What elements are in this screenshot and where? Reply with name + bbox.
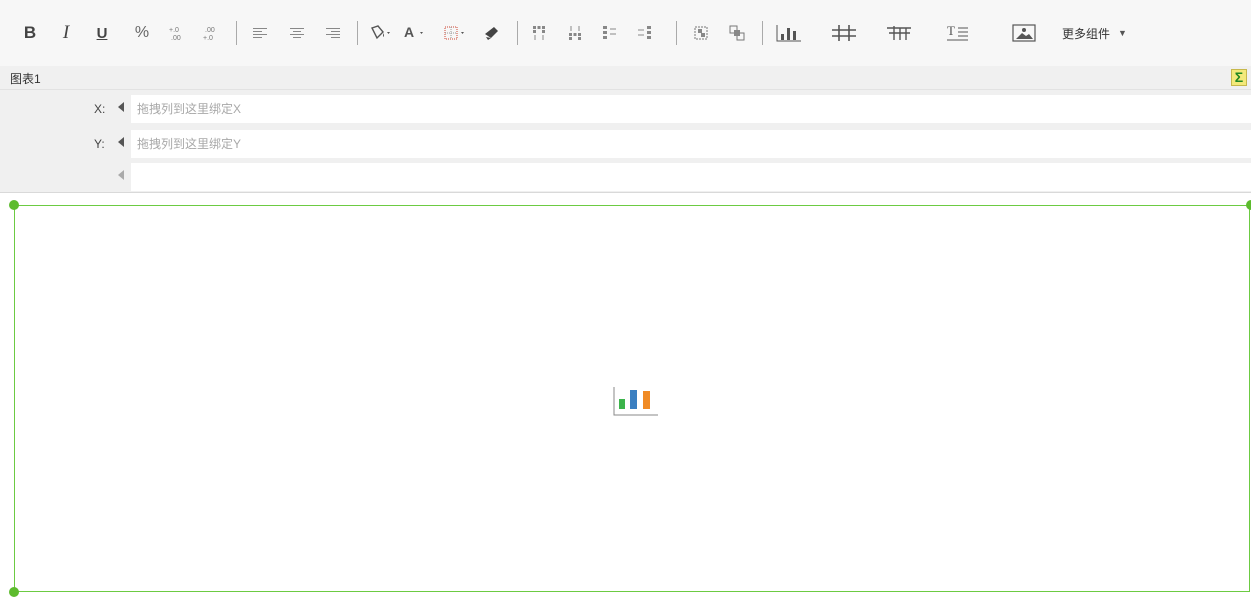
insert-chart-button[interactable]: [774, 20, 804, 46]
bind-row-y: Y: 拖拽列到这里绑定Y: [0, 127, 1251, 159]
insert-column-button[interactable]: [634, 20, 656, 46]
svg-text:+.0: +.0: [169, 27, 179, 34]
group-button[interactable]: [690, 20, 712, 46]
insert-table-button[interactable]: [884, 20, 914, 46]
x-axis-label: X:: [94, 102, 106, 116]
decrease-decimal-button[interactable]: .00 +.0: [200, 20, 222, 46]
bind-row-extra: [0, 160, 1251, 192]
chevron-down-icon: ▼: [1118, 28, 1127, 38]
more-components-dropdown[interactable]: 更多组件 ▼: [1062, 20, 1142, 46]
align-right-button[interactable]: [323, 20, 343, 46]
merge-vertical-icon: [533, 26, 545, 40]
collapse-arrow-icon[interactable]: [118, 170, 124, 180]
text-icon: T: [947, 23, 968, 41]
split-vertical-button[interactable]: [564, 20, 586, 46]
svg-text:T: T: [947, 23, 955, 38]
image-icon: [1012, 24, 1036, 42]
split-vertical-icon: [569, 26, 581, 40]
border-icon: [444, 26, 464, 40]
insert-row-button[interactable]: [599, 20, 621, 46]
panel-title: 图表1: [10, 72, 41, 86]
insert-image-button[interactable]: [1009, 20, 1039, 46]
resize-handle-top-left[interactable]: [9, 200, 19, 210]
align-left-icon: [253, 28, 267, 38]
ungroup-button[interactable]: [726, 20, 748, 46]
font-color-icon: A: [404, 25, 423, 40]
italic-icon: I: [62, 22, 70, 43]
toolbar-separator: [762, 21, 763, 45]
x-binding-dropzone[interactable]: 拖拽列到这里绑定X: [131, 95, 1251, 123]
percent-icon: %: [134, 24, 150, 41]
insert-text-button[interactable]: T: [944, 20, 974, 46]
increase-decimal-button[interactable]: +.0.00: [166, 20, 188, 46]
toolbar-separator: [517, 21, 518, 45]
collapse-arrow-icon[interactable]: [118, 137, 124, 147]
group-icon: [694, 26, 708, 40]
sigma-icon[interactable]: Σ: [1231, 69, 1247, 86]
ungroup-icon: [729, 25, 745, 41]
toolbar-separator: [357, 21, 358, 45]
toolbar-separator: [676, 21, 677, 45]
bind-row-x: X: 拖拽列到这里绑定X: [0, 92, 1251, 124]
svg-text:.00: .00: [205, 27, 215, 34]
insert-row-icon: [603, 26, 616, 39]
format-painter-button[interactable]: [481, 20, 503, 46]
more-components-label: 更多组件: [1062, 26, 1111, 41]
chart-placeholder-icon: [613, 387, 658, 416]
collapse-arrow-icon[interactable]: [118, 102, 124, 112]
y-axis-label: Y:: [94, 137, 105, 151]
align-right-icon: [326, 28, 340, 38]
bold-button[interactable]: B: [20, 20, 40, 46]
align-center-icon: [290, 28, 304, 38]
align-left-button[interactable]: [250, 20, 270, 46]
merge-vertical-button[interactable]: [528, 20, 550, 46]
italic-button[interactable]: I: [56, 20, 76, 46]
increase-decimal-icon: +.0.00: [169, 27, 181, 41]
bar-chart-icon: [776, 25, 801, 42]
toolbar: B I U % +.0.00 .00 +.0 A T 更多组件 ▼: [0, 0, 1251, 66]
svg-text:+.0: +.0: [203, 35, 213, 41]
insert-crosstab-button[interactable]: [829, 20, 859, 46]
format-painter-icon: [485, 27, 498, 40]
table-icon: [887, 26, 911, 40]
decrease-decimal-icon: .00+.0: [203, 27, 215, 41]
svg-text:.00: .00: [171, 35, 181, 41]
crosstab-icon: [832, 25, 856, 41]
y-binding-dropzone[interactable]: 拖拽列到这里绑定Y: [131, 130, 1251, 158]
resize-handle-bottom-left[interactable]: [9, 587, 19, 597]
align-center-button[interactable]: [287, 20, 307, 46]
border-button[interactable]: [443, 20, 469, 46]
fill-color-button[interactable]: [368, 20, 394, 46]
percent-button[interactable]: %: [132, 20, 152, 46]
toolbar-separator: [236, 21, 237, 45]
underline-icon: U: [96, 24, 108, 42]
svg-text:A: A: [404, 25, 414, 40]
insert-column-icon: [638, 26, 651, 39]
bold-icon: B: [23, 23, 37, 42]
extra-binding-dropzone[interactable]: [131, 163, 1251, 191]
panel-header: 图表1 Σ: [0, 66, 1251, 90]
binding-area: X: 拖拽列到这里绑定X Y: 拖拽列到这里绑定Y: [0, 90, 1251, 193]
underline-button[interactable]: U: [92, 20, 112, 46]
resize-handle-top-right[interactable]: [1246, 200, 1251, 210]
fill-color-icon: [371, 25, 390, 40]
font-color-button[interactable]: A: [403, 20, 429, 46]
